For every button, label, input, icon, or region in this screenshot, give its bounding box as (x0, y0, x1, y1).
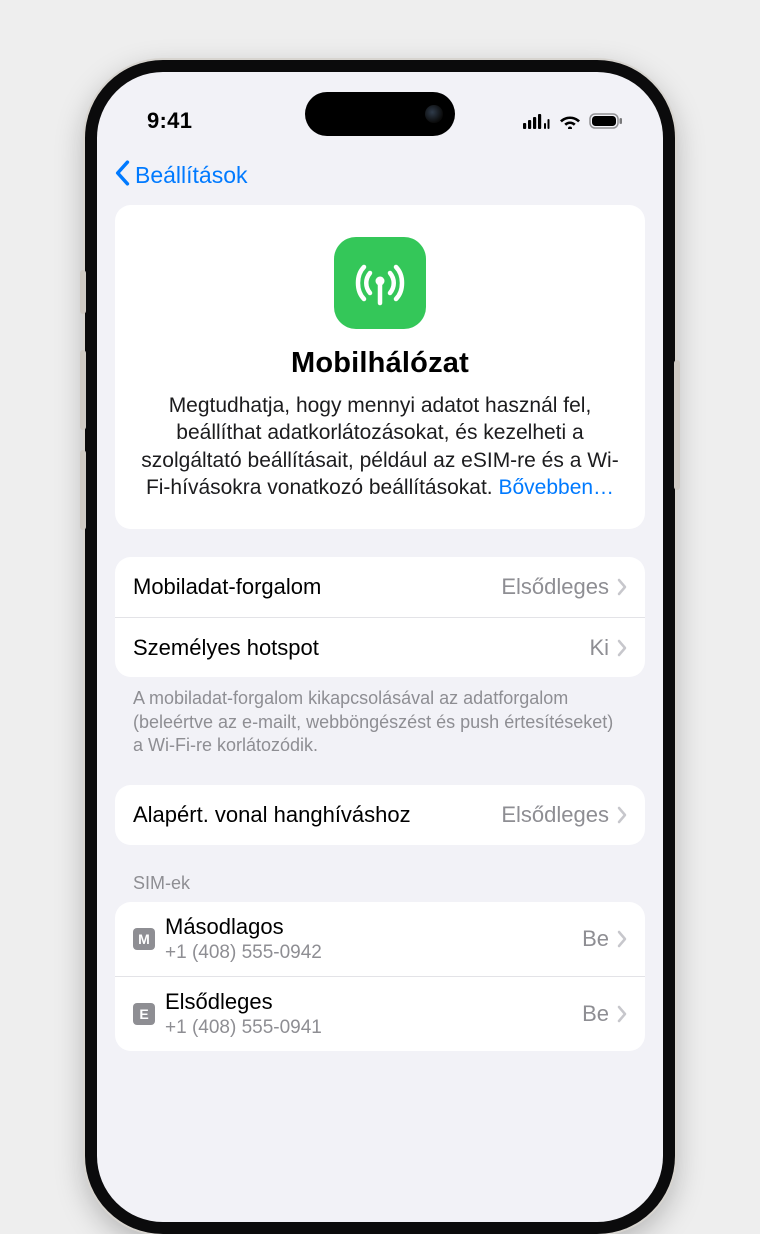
side-button-vol-up (80, 350, 86, 430)
default-voice-line-row[interactable]: Alapért. vonal hanghíváshoz Elsődleges (115, 785, 645, 845)
sim-name: Másodlagos (165, 914, 582, 940)
chevron-right-icon (617, 639, 627, 657)
chevron-left-icon (113, 160, 131, 186)
side-button-power (674, 360, 680, 490)
nav-bar: Beállítások (97, 150, 663, 205)
sims-header: SIM-ek (115, 845, 645, 902)
antenna-icon (350, 253, 410, 313)
chevron-right-icon (617, 930, 627, 948)
data-group: Mobiladat-forgalom Elsődleges Személyes … (115, 557, 645, 677)
row-label: Személyes hotspot (133, 635, 589, 661)
front-camera-icon (425, 105, 443, 123)
chevron-right-icon (617, 578, 627, 596)
back-label[interactable]: Beállítások (135, 162, 248, 189)
status-icons (523, 113, 623, 129)
cellular-app-icon (334, 237, 426, 329)
phone-frame: 9:41 (85, 60, 675, 1234)
chevron-right-icon (617, 1005, 627, 1023)
dynamic-island (305, 92, 455, 136)
wifi-icon (559, 113, 581, 129)
sim-number: +1 (408) 555-0942 (165, 942, 582, 964)
status-time: 9:41 (147, 108, 192, 134)
sim-row-secondary[interactable]: M Másodlagos +1 (408) 555-0942 Be (115, 902, 645, 976)
row-value: Elsődleges (501, 574, 609, 600)
row-label: Mobiladat-forgalom (133, 574, 501, 600)
row-value: Ki (589, 635, 609, 661)
side-button-silent (80, 270, 86, 314)
screen: 9:41 (97, 72, 663, 1222)
side-button-vol-down (80, 450, 86, 530)
hero-title: Mobilhálózat (137, 347, 623, 380)
sim-status: Be (582, 926, 609, 952)
data-off-note: A mobiladat-forgalom kikapcsolásával az … (115, 677, 645, 757)
learn-more-link[interactable]: Bővebben… (498, 476, 614, 499)
row-label: Alapért. vonal hanghíváshoz (133, 802, 501, 828)
chevron-right-icon (617, 806, 627, 824)
default-line-group: Alapért. vonal hanghíváshoz Elsődleges (115, 785, 645, 845)
row-value: Elsődleges (501, 802, 609, 828)
sim-text: Másodlagos +1 (408) 555-0942 (165, 914, 582, 964)
sim-badge: M (133, 928, 155, 950)
hero-card: Mobilhálózat Megtudhatja, hogy mennyi ad… (115, 205, 645, 529)
sim-status: Be (582, 1001, 609, 1027)
hotspot-row[interactable]: Személyes hotspot Ki (115, 617, 645, 677)
battery-icon (589, 113, 623, 129)
sim-badge: E (133, 1003, 155, 1025)
sims-group: M Másodlagos +1 (408) 555-0942 Be E Első… (115, 902, 645, 1051)
cellular-data-row[interactable]: Mobiladat-forgalom Elsődleges (115, 557, 645, 617)
sim-text: Elsődleges +1 (408) 555-0941 (165, 989, 582, 1039)
hero-description: Megtudhatja, hogy mennyi adatot használ … (137, 392, 623, 501)
back-button[interactable] (113, 160, 131, 191)
cellular-dual-icon (523, 113, 551, 129)
content: Mobilhálózat Megtudhatja, hogy mennyi ad… (97, 205, 663, 1051)
sim-name: Elsődleges (165, 989, 582, 1015)
sim-number: +1 (408) 555-0941 (165, 1017, 582, 1039)
sim-row-primary[interactable]: E Elsődleges +1 (408) 555-0941 Be (115, 976, 645, 1051)
